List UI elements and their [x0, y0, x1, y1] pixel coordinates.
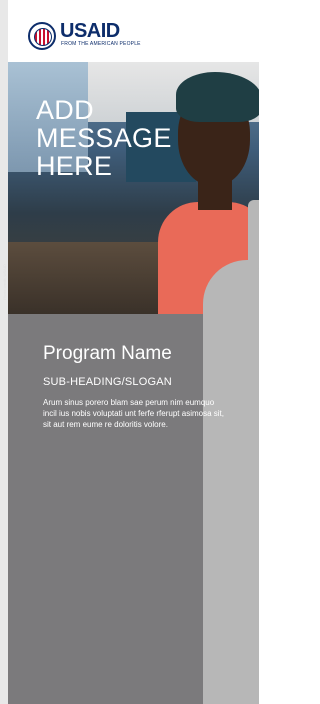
- body-text: Arum sinus porero blam sae perum nim eum…: [43, 398, 224, 429]
- usaid-tagline: FROM THE AMERICAN PEOPLE: [61, 41, 141, 47]
- hero-message-line: MESSAGE: [36, 123, 172, 153]
- program-name: Program Name: [43, 343, 172, 364]
- hero-message-line: ADD: [36, 95, 94, 125]
- silhouette-shape: [203, 260, 259, 704]
- usaid-seal-icon: [28, 22, 56, 50]
- sub-heading: SUB-HEADING/SLOGAN: [43, 376, 172, 388]
- left-edge-strip: [0, 0, 8, 704]
- photo-credit: Photo credit: USAID: [2, 264, 7, 300]
- header-bar: USAID FROM THE AMERICAN PEOPLE: [8, 0, 259, 62]
- usaid-wordmark: USAID: [60, 20, 120, 42]
- hero-message: ADD MESSAGE HERE: [36, 96, 172, 180]
- hero-message-line: HERE: [36, 151, 113, 181]
